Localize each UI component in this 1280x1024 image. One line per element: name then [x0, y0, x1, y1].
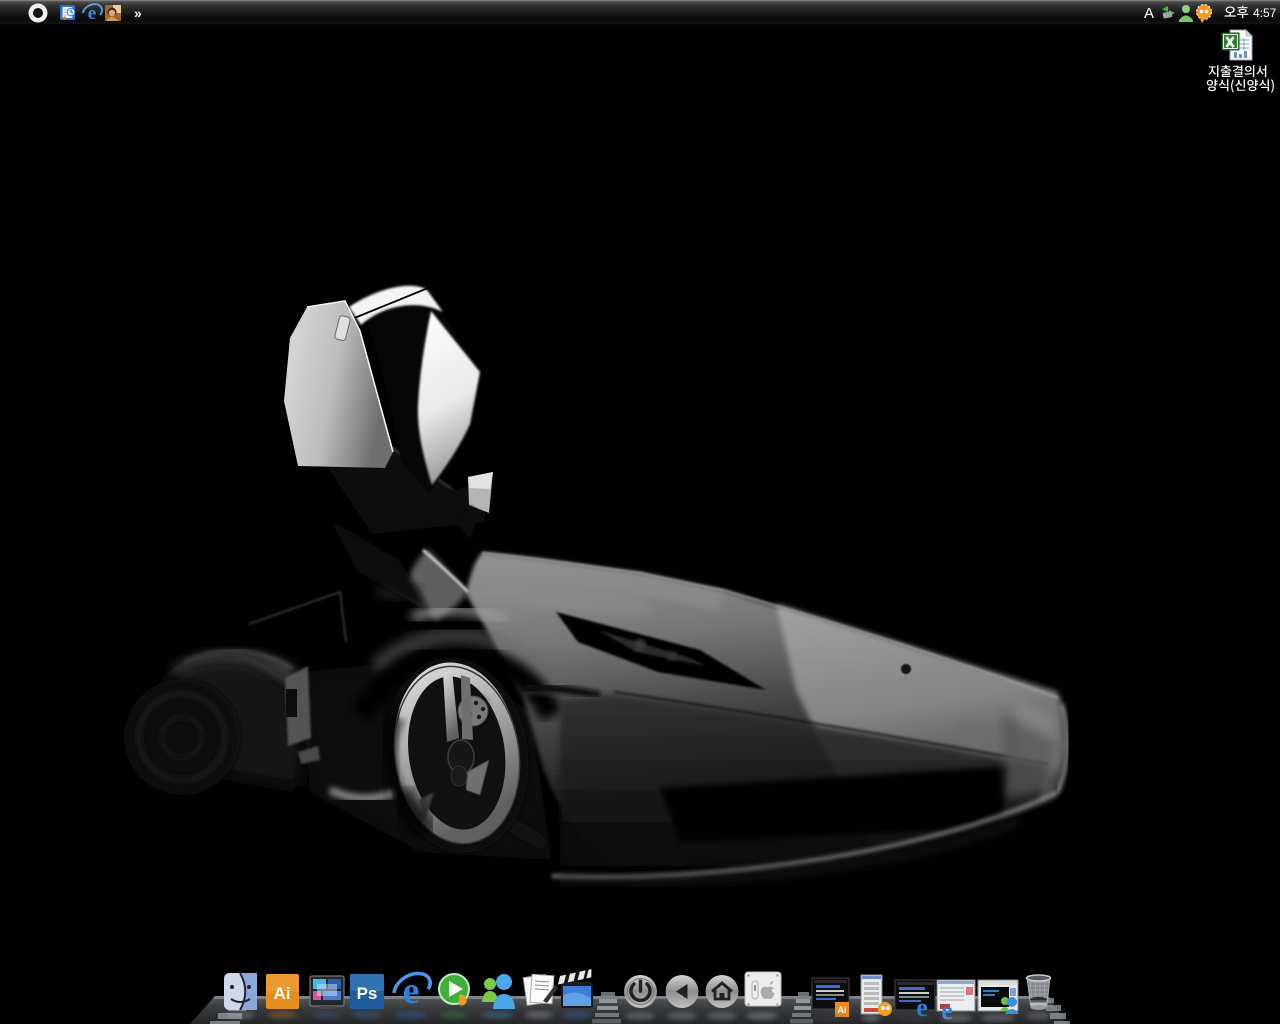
svg-text:Ps: Ps — [357, 984, 378, 1003]
svg-text:»: » — [134, 5, 142, 21]
svg-text:A: A — [1144, 5, 1154, 22]
svg-text:4:57: 4:57 — [1253, 6, 1277, 20]
svg-text:Ai: Ai — [274, 984, 291, 1003]
svg-text:Ai: Ai — [838, 1005, 847, 1015]
